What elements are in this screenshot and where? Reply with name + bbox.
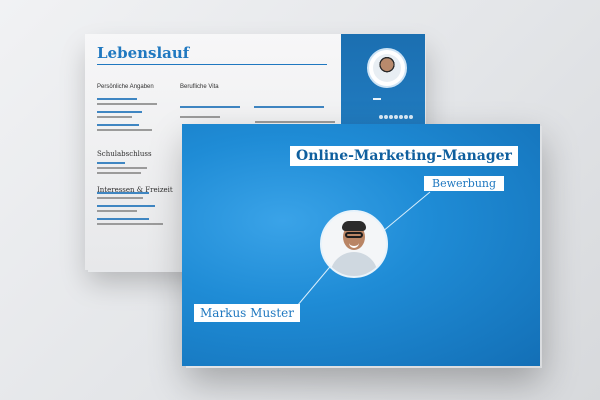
portrait [320,210,388,278]
portrait-hair [342,221,366,231]
glasses-icon [345,232,363,238]
job-title-label: Online-Marketing-Manager [290,146,518,166]
connector-line-job [381,191,431,233]
application-label: Bewerbung [424,176,505,191]
portrait-shirt [330,252,378,276]
name-label: Markus Muster [194,304,300,322]
connector-lines [291,191,431,313]
